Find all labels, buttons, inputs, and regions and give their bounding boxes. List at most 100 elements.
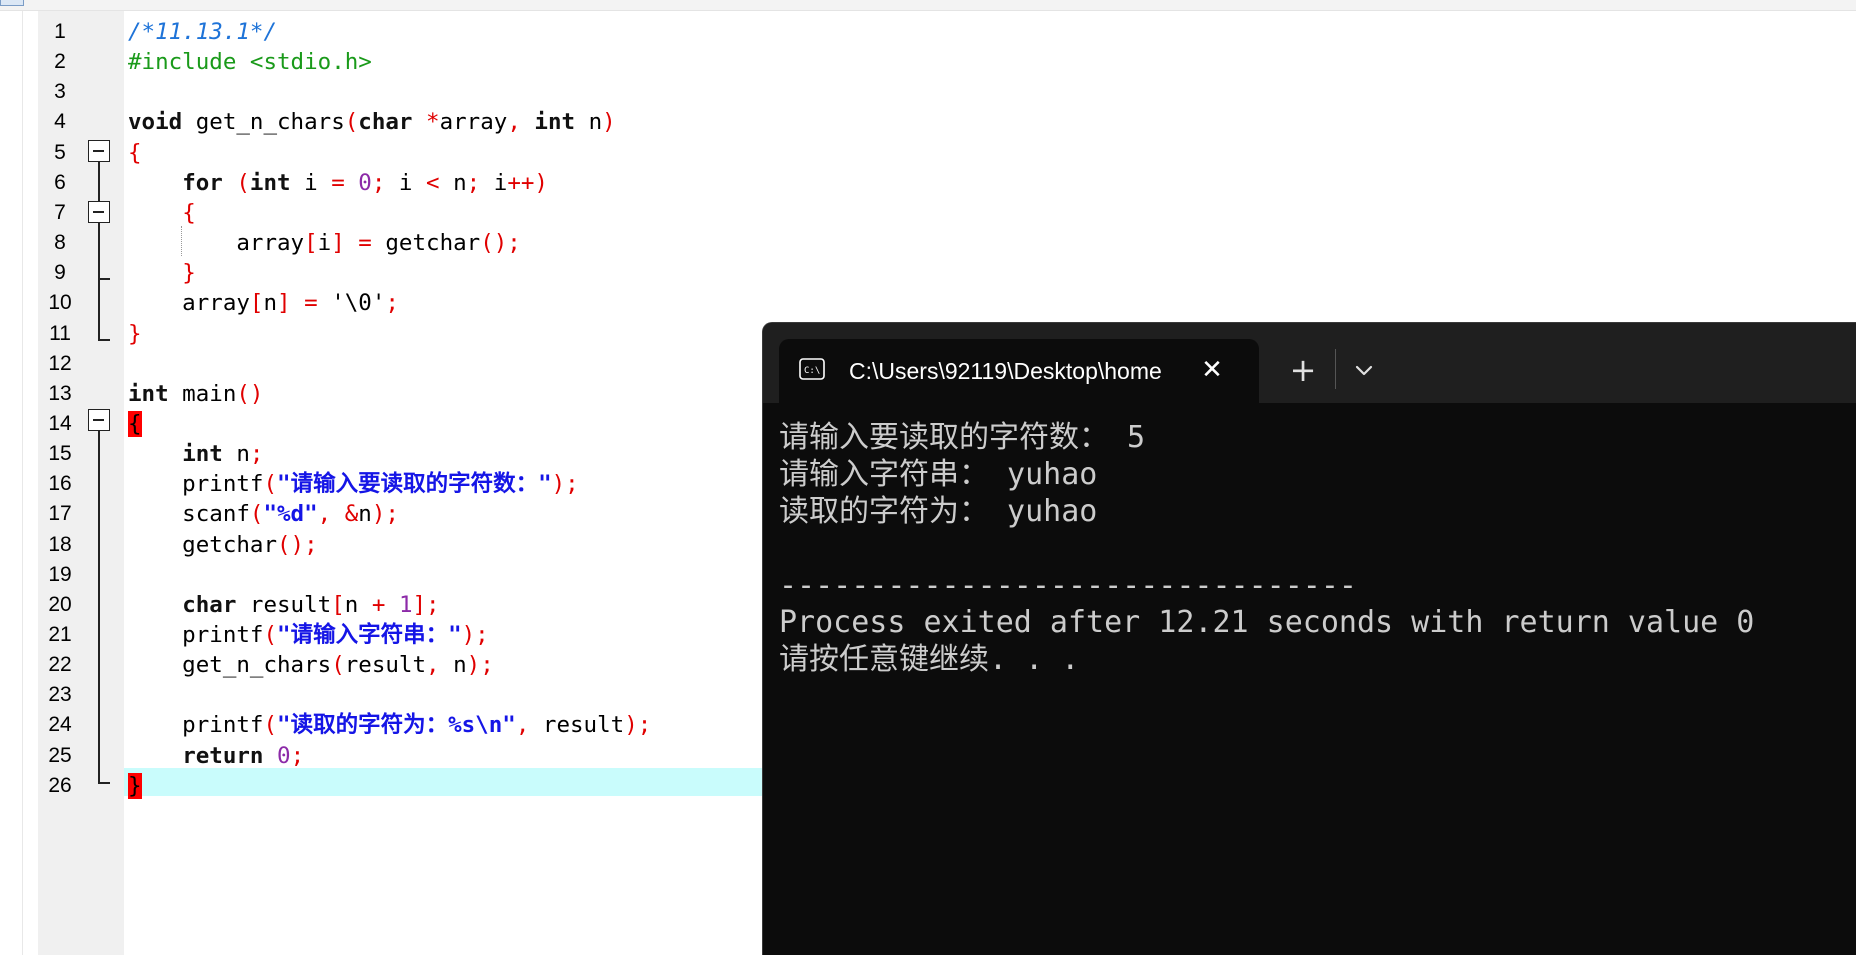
terminal-line: 请按任意键继续. . . [779,642,1080,677]
code-line[interactable]: array[i] = getchar(); [128,228,521,258]
fold-guide-main [98,431,100,782]
code-line[interactable]: } [128,258,196,288]
code-token: (); [480,230,521,256]
code-token: n [439,170,467,196]
code-line[interactable]: { [128,138,142,168]
terminal-output[interactable]: 请输入要读取的字符数： 5 请输入字符串： yuhao 读取的字符为： yuha… [779,419,1856,955]
code-token: ; [290,743,305,769]
fold-end-get-n-chars [98,339,110,341]
line-number: 17 [48,502,72,525]
code-token: " [277,622,291,648]
code-line[interactable]: getchar(); [128,530,318,560]
line-number: 8 [54,231,66,254]
code-token: array [128,230,305,256]
code-line[interactable]: char result[n + 1]; [128,590,439,620]
line-number: 23 [48,683,72,706]
terminal-window[interactable]: C:\ C:\Users\92119\Desktop\home ✕ + 请输入要… [762,322,1856,955]
code-line[interactable]: scanf("%d", &n); [128,499,399,529]
code-line[interactable]: array[n] = '\0'; [128,288,399,318]
line-number: 20 [48,593,72,616]
line-number: 11 [49,322,71,345]
close-tab-button[interactable]: ✕ [1199,357,1225,383]
new-tab-button[interactable]: + [1287,354,1319,387]
code-line[interactable]: /*11.13.1*/ [128,17,277,47]
code-line[interactable]: int main() [128,379,263,409]
code-token: char [182,592,237,618]
code-token: printf [128,622,264,648]
code-token: ); [461,622,489,648]
code-line[interactable]: { [128,198,196,228]
code-token: n [358,501,372,527]
code-token: < [426,170,440,196]
code-line[interactable]: get_n_chars(result, n); [128,650,494,680]
code-token: ); [466,652,494,678]
code-line[interactable]: } [128,319,142,349]
code-line[interactable]: int n; [128,439,263,469]
code-token: = [331,170,345,196]
tab-title: C:\Users\92119\Desktop\home [849,358,1162,384]
code-token: char [358,109,413,135]
fold-toggle-for-loop[interactable] [88,201,110,223]
line-number: 16 [48,472,72,495]
code-token: %s\n" [448,712,516,738]
editor-tab-icon[interactable] [0,0,24,6]
code-line[interactable]: { [128,409,142,439]
code-line[interactable]: void get_n_chars(char *array, int n) [128,107,616,137]
code-token: get_n_chars [128,652,332,678]
code-token: i [385,170,427,196]
code-token: " [448,622,462,648]
editor-left-margin [0,11,23,955]
code-token: { [128,140,142,166]
code-token: (); [277,532,318,558]
code-token: int [249,170,291,196]
fold-end-main [98,782,110,784]
line-number: 12 [48,352,72,375]
line-number: 25 [48,744,72,767]
code-token: [ [331,592,345,618]
code-token: result [542,712,625,738]
fold-guide-get-n-chars [98,162,100,339]
code-token: ); [371,501,399,527]
editor-top-strip [0,0,1856,11]
code-line[interactable]: printf("请输入要读取的字符数："); [128,469,579,499]
code-token: int [182,441,223,467]
code-token: " [277,471,291,497]
code-line[interactable]: #include <stdio.h> [128,47,372,77]
code-token: void [128,109,183,135]
code-token: result [344,652,427,678]
code-token: 1 [398,592,413,618]
code-line[interactable]: printf("请输入字符串："); [128,620,489,650]
code-token: ( [263,471,278,497]
code-line[interactable]: return 0; [128,741,304,771]
chevron-down-icon[interactable] [1349,357,1379,385]
code-token: i [290,170,332,196]
code-token: 0 [277,743,291,769]
code-token: = [358,230,372,256]
fold-toggle-get-n-chars[interactable] [88,140,110,162]
code-token: ( [344,109,359,135]
line-number: 21 [48,623,72,646]
console-icon: C:\ [799,358,825,380]
code-token: * [426,109,440,135]
code-token: /*11.13.1*/ [128,19,278,45]
line-number: 5 [54,141,66,164]
code-token: [ [249,290,264,316]
fold-toggle-main[interactable] [88,409,110,431]
code-line[interactable]: printf("读取的字符为：%s\n", result); [128,710,651,740]
line-number: 13 [48,382,72,405]
svg-text:C:\: C:\ [804,366,820,376]
terminal-titlebar: C:\ C:\Users\92119\Desktop\home ✕ + [763,323,1856,403]
code-token: { [182,200,196,226]
code-line[interactable]: } [128,771,142,801]
code-line[interactable]: for (int i = 0; i < n; i++) [128,168,548,198]
terminal-line: Process exited after 12.21 seconds with … [779,605,1755,640]
code-token: main [168,381,237,407]
code-token: array [439,109,508,135]
terminal-line: 请输入字符串： yuhao [779,457,1098,492]
code-token: = [304,290,318,316]
code-token: n [222,441,250,467]
code-token: get_n_chars [182,109,345,135]
